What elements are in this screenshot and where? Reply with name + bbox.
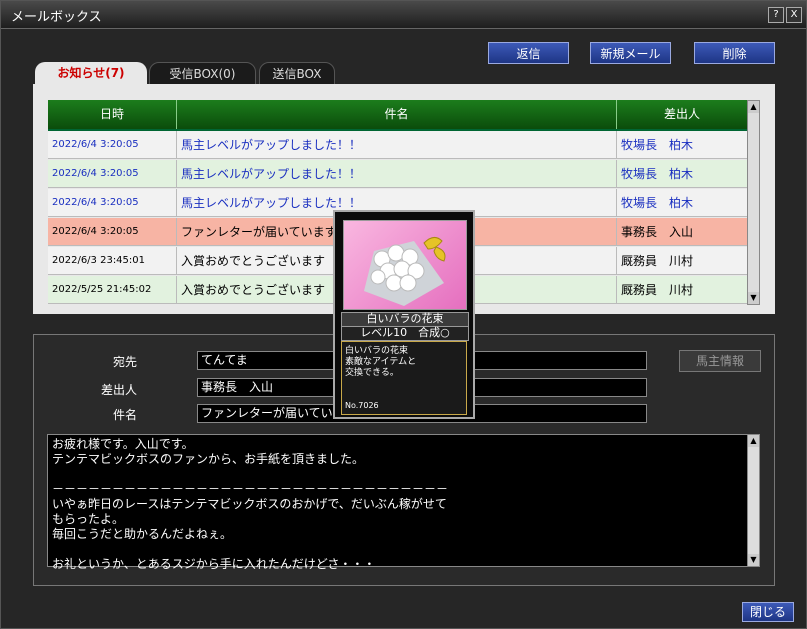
owner-info-button[interactable]: 馬主情報 bbox=[679, 350, 761, 372]
table-header: 日時 件名 差出人 bbox=[48, 100, 747, 131]
table-row[interactable]: 2022/6/4 3:20:05 馬主レベルがアップしました！！ 牧場長 柏木 bbox=[48, 160, 747, 188]
table-row[interactable]: 2022/6/4 3:20:05 馬主レベルがアップしました！！ 牧場長 柏木 bbox=[48, 131, 747, 159]
body-line bbox=[48, 467, 759, 482]
row-subject: 馬主レベルがアップしました！！ bbox=[177, 131, 617, 159]
mailbox-window: メールボックス ? X 返信 新規メール 削除 お知らせ(7) 受信BOX(0)… bbox=[0, 0, 807, 629]
mail-body[interactable]: お疲れ様です。入山です。 テンテマビックボスのファンから、お手紙を頂きました。 －… bbox=[47, 434, 760, 571]
row-sender: 牧場長 柏木 bbox=[621, 138, 694, 152]
row-date: 2022/6/3 23:45:01 bbox=[48, 247, 177, 275]
body-line: お疲れ様です。入山です。 bbox=[52, 437, 194, 451]
subject-label: 件名 bbox=[112, 408, 137, 422]
close-button[interactable]: 閉じる bbox=[742, 602, 794, 622]
item-image bbox=[343, 220, 467, 310]
body-line: テンテマビックボスのファンから、お手紙を頂きました。 bbox=[52, 452, 365, 466]
window-title: メールボックス bbox=[11, 10, 102, 25]
row-sender: 牧場長 柏木 bbox=[621, 196, 694, 210]
new-mail-button[interactable]: 新規メール bbox=[590, 42, 671, 64]
mail-body-text: お疲れ様です。入山です。 テンテマビックボスのファンから、お手紙を頂きました。 －… bbox=[48, 435, 759, 572]
body-line: お礼というか、とあるスジから手に入れたんだけどさ・・・ bbox=[52, 557, 376, 571]
body-scroll-up-icon[interactable]: ▲ bbox=[748, 435, 759, 447]
body-line bbox=[48, 542, 759, 557]
row-date: 2022/6/4 3:20:05 bbox=[48, 218, 177, 246]
item-name: 白いバラの花束 bbox=[341, 312, 469, 327]
row-date: 2022/6/4 3:20:05 bbox=[48, 160, 177, 188]
window-close-button[interactable]: X bbox=[786, 7, 802, 23]
row-sender: 牧場長 柏木 bbox=[621, 167, 694, 181]
list-scrollbar[interactable]: ▲ ▼ bbox=[747, 100, 760, 305]
tab-notices[interactable]: お知らせ(7) bbox=[35, 62, 147, 85]
scroll-up-icon[interactable]: ▲ bbox=[748, 101, 759, 113]
help-button[interactable]: ? bbox=[768, 7, 784, 23]
item-card-tooltip: 白いバラの花束 レベル10 合成○ 白いバラの花束 素敵なアイテムと 交換できる… bbox=[333, 210, 475, 419]
tab-inbox[interactable]: 受信BOX(0) bbox=[149, 62, 256, 85]
body-line: いやぁ昨日のレースはテンテマビックボスのおかげで、だいぶん稼がせて bbox=[52, 497, 447, 511]
item-desc-line-2: 素敵なアイテムと bbox=[345, 357, 417, 367]
column-header-subject[interactable]: 件名 bbox=[177, 100, 617, 129]
body-scrollbar[interactable]: ▲ ▼ bbox=[747, 434, 760, 567]
title-bar[interactable]: メールボックス ? X bbox=[1, 1, 806, 29]
column-header-sender[interactable]: 差出人 bbox=[617, 100, 747, 129]
item-desc-line-1: 白いバラの花束 bbox=[345, 346, 409, 356]
row-sender: 厩務員 川村 bbox=[621, 283, 694, 297]
to-label: 宛先 bbox=[112, 355, 137, 369]
tab-outbox[interactable]: 送信BOX bbox=[259, 62, 335, 85]
item-description: 白いバラの花束 素敵なアイテムと 交換できる。 No.7026 bbox=[341, 341, 467, 415]
from-label: 差出人 bbox=[100, 383, 137, 397]
column-header-date[interactable]: 日時 bbox=[48, 100, 177, 129]
reply-button[interactable]: 返信 bbox=[488, 42, 569, 64]
body-scroll-down-icon[interactable]: ▼ bbox=[748, 554, 759, 566]
row-date: 2022/6/4 3:20:05 bbox=[48, 131, 177, 159]
row-subject: 馬主レベルがアップしました！！ bbox=[177, 160, 617, 188]
item-number: No.7026 bbox=[345, 401, 379, 410]
row-date: 2022/6/4 3:20:05 bbox=[48, 189, 177, 217]
body-line: 毎回こうだと助かるんだよねぇ。 bbox=[52, 527, 233, 541]
scroll-down-icon[interactable]: ▼ bbox=[748, 292, 759, 304]
item-desc-line-3: 交換できる。 bbox=[345, 368, 399, 378]
row-sender: 厩務員 川村 bbox=[621, 254, 694, 268]
white-rose-bouquet-icon bbox=[364, 237, 446, 306]
row-sender: 事務長 入山 bbox=[621, 225, 694, 239]
delete-button[interactable]: 削除 bbox=[694, 42, 775, 64]
row-date: 2022/5/25 21:45:02 bbox=[48, 276, 177, 304]
body-line: もらったよ。 bbox=[52, 512, 125, 526]
body-line: －－－－－－－－－－－－－－－－－－－－－－－－－－－－－－－－－ bbox=[52, 482, 449, 496]
item-level: レベル10 合成○ bbox=[341, 326, 469, 341]
